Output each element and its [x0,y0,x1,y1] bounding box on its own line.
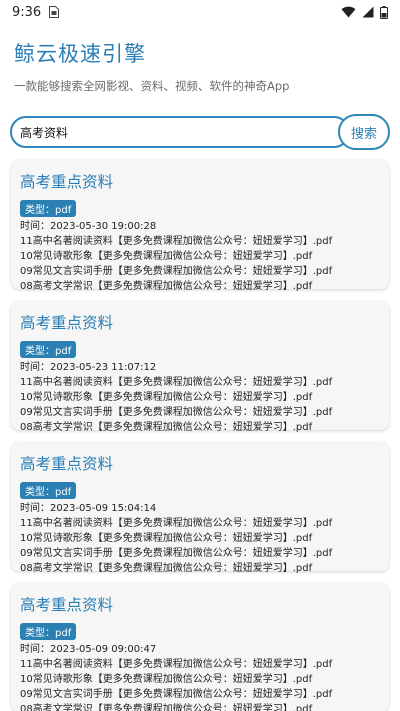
file-item: 08高考文学常识【更多免费课程加微信公众号：妞妞爱学习】.pdf [20,563,313,574]
signal-icon [362,6,374,18]
app-subtitle: 一款能够搜索全网影视、资料、视频、软件的神奇App [14,79,290,93]
result-title[interactable]: 高考重点资料 [20,452,380,474]
result-card[interactable]: 高考重点资料 类型：pdf 时间：2023-05-23 11:07:12 11高… [11,301,389,433]
wifi-icon [341,6,356,18]
result-time: 时间：2023-05-23 11:07:12 [20,362,157,373]
search-button[interactable]: 搜索 [338,114,390,150]
file-item: 08高考文学常识【更多免费课程加微信公众号：妞妞爱学习】.pdf [20,422,313,433]
status-time: 9:36 [12,4,42,20]
status-bar: 9:36 [0,0,400,24]
result-title[interactable]: 高考重点资料 [20,311,380,333]
file-item: 10常见诗歌形象【更多免费课程加微信公众号：妞妞爱学习】.pdf [20,674,313,685]
file-item: 08高考文学常识【更多免费课程加微信公众号：妞妞爱学习】.pdf [20,281,313,292]
file-item: 09常见文言实词手册【更多免费课程加微信公众号：妞妞爱学习】.pdf [20,548,333,559]
file-item: 09常见文言实词手册【更多免费课程加微信公众号：妞妞爱学习】.pdf [20,689,333,700]
file-item: 08高考文学常识【更多免费课程加微信公众号：妞妞爱学习】.pdf [20,704,313,711]
result-card[interactable]: 高考重点资料 类型：pdf 时间：2023-05-30 19:00:28 11高… [11,160,389,292]
app-screen: 9:36 鲸云极速引擎 一款能够搜索全网影视、资料、视频、软件的神奇App 搜索… [0,0,400,711]
file-item: 10常见诗歌形象【更多免费课程加微信公众号：妞妞爱学习】.pdf [20,251,313,262]
type-badge: 类型：pdf [20,200,77,217]
battery-icon [380,5,388,19]
file-item: 11高中名著阅读资料【更多免费课程加微信公众号：妞妞爱学习】.pdf [20,518,333,529]
file-item: 11高中名著阅读资料【更多免费课程加微信公众号：妞妞爱学习】.pdf [20,377,333,388]
result-title[interactable]: 高考重点资料 [20,593,380,615]
file-item: 10常见诗歌形象【更多免费课程加微信公众号：妞妞爱学习】.pdf [20,533,313,544]
file-item: 09常见文言实词手册【更多免费课程加微信公众号：妞妞爱学习】.pdf [20,266,333,277]
result-time: 时间：2023-05-09 15:04:14 [20,503,157,514]
result-title[interactable]: 高考重点资料 [20,170,380,192]
search-bar: 搜索 [10,114,390,150]
file-item: 11高中名著阅读资料【更多免费课程加微信公众号：妞妞爱学习】.pdf [20,236,333,247]
search-input[interactable] [10,116,350,148]
app-title: 鲸云极速引擎 [14,42,146,66]
result-card[interactable]: 高考重点资料 类型：pdf 时间：2023-05-09 15:04:14 11高… [11,442,389,574]
result-time: 时间：2023-05-09 09:00:47 [20,644,157,655]
status-bar-right [341,5,388,19]
type-badge: 类型：pdf [20,482,77,499]
sim-card-icon [49,6,60,18]
type-badge: 类型：pdf [20,623,77,640]
result-time: 时间：2023-05-30 19:00:28 [20,221,157,232]
file-item: 10常见诗歌形象【更多免费课程加微信公众号：妞妞爱学习】.pdf [20,392,313,403]
file-item: 09常见文言实词手册【更多免费课程加微信公众号：妞妞爱学习】.pdf [20,407,333,418]
results-list: 高考重点资料 类型：pdf 时间：2023-05-30 19:00:28 11高… [0,160,400,711]
status-bar-left: 9:36 [12,4,60,20]
file-item: 11高中名著阅读资料【更多免费课程加微信公众号：妞妞爱学习】.pdf [20,659,333,670]
type-badge: 类型：pdf [20,341,77,358]
result-card[interactable]: 高考重点资料 类型：pdf 时间：2023-05-09 09:00:47 11高… [11,583,389,711]
